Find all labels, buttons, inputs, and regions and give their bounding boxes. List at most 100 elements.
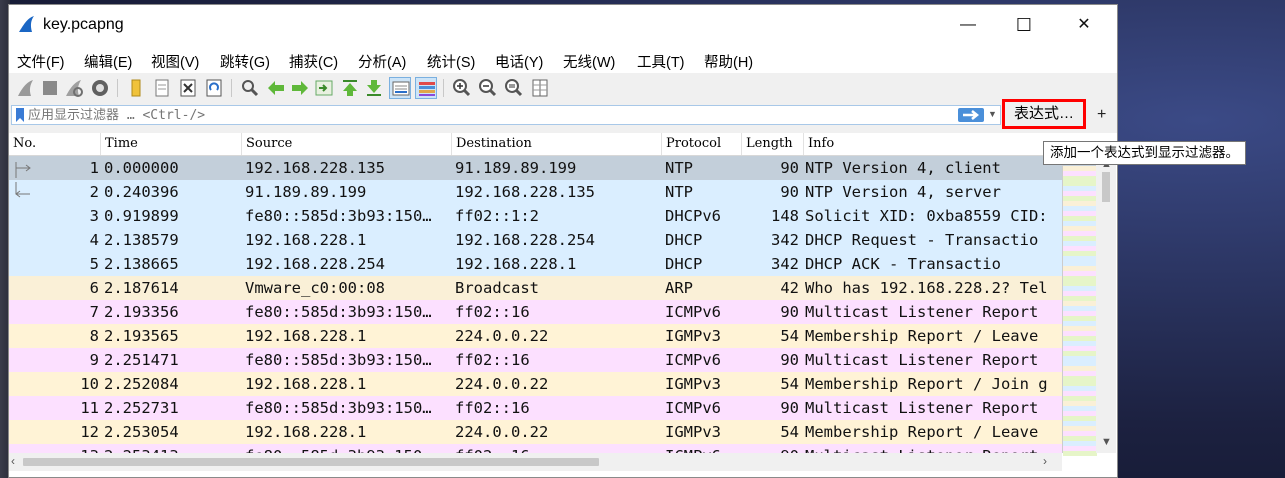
expression-tooltip: 添加一个表达式到显示过滤器。	[1043, 141, 1246, 165]
packet-info: Membership Report / Leave	[805, 327, 1039, 345]
table-row[interactable]: 5 2.138665 192.168.228.254 192.168.228.1 DHC…	[9, 252, 1062, 276]
packet-no: 9	[89, 351, 99, 369]
packet-no: 6	[89, 279, 99, 297]
packet-length: 54	[780, 375, 799, 393]
reload-icon[interactable]	[203, 77, 225, 99]
last-packet-icon[interactable]	[363, 77, 385, 99]
table-row[interactable]: 8 2.193565 192.168.228.1 224.0.0.22 IGMPv3 54…	[9, 324, 1062, 348]
menu-go[interactable]: 跳转(G)	[220, 51, 270, 72]
column-header-info[interactable]: Info	[804, 133, 1062, 155]
scroll-right-icon[interactable]: ›	[1043, 454, 1047, 468]
column-header-no[interactable]: No.	[9, 133, 101, 155]
close-button[interactable]: ✕	[1061, 5, 1107, 45]
apply-filter-arrow-icon[interactable]	[958, 108, 984, 122]
zoom-in-icon[interactable]	[451, 77, 473, 99]
file-icon[interactable]	[151, 77, 173, 99]
packet-length: 54	[780, 327, 799, 345]
open-file-icon[interactable]	[125, 77, 147, 99]
display-filter-input[interactable]	[28, 106, 928, 124]
expression-button[interactable]: 表达式…	[1002, 99, 1086, 129]
go-back-icon[interactable]	[265, 77, 287, 99]
menu-view[interactable]: 视图(V)	[151, 51, 199, 72]
packet-destination: 192.168.228.135	[455, 183, 595, 201]
table-row[interactable]: 1 0.000000 192.168.228.135 91.189.89.199 NTP…	[9, 156, 1062, 180]
menu-telephony[interactable]: 电话(Y)	[495, 51, 543, 72]
menu-wireless[interactable]: 无线(W)	[563, 51, 615, 72]
go-to-packet-icon[interactable]	[313, 77, 335, 99]
packet-info: Multicast Listener Report	[805, 399, 1039, 417]
packet-length: 54	[780, 423, 799, 441]
bookmark-icon[interactable]	[15, 108, 25, 122]
resize-columns-icon[interactable]	[529, 77, 551, 99]
packet-time: 2.251471	[104, 351, 179, 369]
packet-source: fe80::585d:3b93:150…	[245, 207, 432, 225]
column-header-source[interactable]: Source	[242, 133, 452, 155]
horizontal-scroll-thumb[interactable]	[23, 458, 599, 466]
find-icon[interactable]	[239, 77, 261, 99]
table-row[interactable]: 12 2.253054 192.168.228.1 224.0.0.22 IGMPv3 5…	[9, 420, 1062, 444]
packet-source: 192.168.228.135	[245, 159, 385, 177]
go-forward-icon[interactable]	[289, 77, 311, 99]
column-header-destination[interactable]: Destination	[452, 133, 662, 155]
table-row[interactable]: 10 2.252084 192.168.228.1 224.0.0.22 IGMPv3 5…	[9, 372, 1062, 396]
intelligent-scrollbar[interactable]	[1062, 156, 1097, 456]
table-row[interactable]: 132.253413fe80::585d:3b93:150…ff02::16IC…	[9, 444, 1062, 453]
menu-capture[interactable]: 捕获(C)	[289, 51, 338, 72]
packet-no: 3	[89, 207, 99, 225]
stop-icon[interactable]	[39, 77, 61, 99]
column-header-time[interactable]: Time	[101, 133, 242, 155]
zoom-out-icon[interactable]	[477, 77, 499, 99]
packet-destination: 192.168.228.254	[455, 231, 595, 249]
packet-source: fe80::585d:3b93:150…	[245, 351, 432, 369]
toolbar-separator	[117, 79, 118, 97]
packet-time: 2.252084	[104, 375, 179, 393]
packet-list: No. Time Source Destination Protocol Len…	[9, 133, 1117, 477]
table-row[interactable]: 2 0.240396 91.189.89.199 192.168.228.135 NTP…	[9, 180, 1062, 204]
menu-analyze[interactable]: 分析(A)	[358, 51, 406, 72]
add-filter-button[interactable]: +	[1097, 106, 1106, 124]
main-toolbar	[9, 73, 1117, 104]
menu-bar: 文件(F) 编辑(E) 视图(V) 跳转(G) 捕获(C) 分析(A) 统计(S…	[9, 45, 1117, 73]
column-header-length[interactable]: Length	[742, 133, 804, 155]
menu-statistics[interactable]: 统计(S)	[427, 51, 475, 72]
table-row[interactable]: 6 2.187614 Vmware_c0:00:08 Broadcast ARP 42 Wh…	[9, 276, 1062, 300]
minimize-button[interactable]: —	[945, 5, 991, 45]
packet-length: 148	[771, 207, 799, 225]
menu-help[interactable]: 帮助(H)	[704, 51, 753, 72]
shark-fin-start-icon[interactable]	[15, 77, 37, 99]
table-row[interactable]: 11 2.252731 fe80::585d:3b93:150… ff02::16 IC…	[9, 396, 1062, 420]
zoom-reset-icon[interactable]	[503, 77, 525, 99]
packet-no: 5	[89, 255, 99, 273]
packet-destination: 224.0.0.22	[455, 327, 549, 345]
packet-no: 11	[80, 399, 99, 417]
column-header-protocol[interactable]: Protocol	[662, 133, 742, 155]
table-row[interactable]: 7 2.193356 fe80::585d:3b93:150… ff02::16 ICM…	[9, 300, 1062, 324]
horizontal-scrollbar[interactable]: ‹ ›	[9, 453, 1062, 471]
close-file-icon[interactable]	[177, 77, 199, 99]
packet-protocol: ARP	[665, 279, 693, 297]
menu-tools[interactable]: 工具(T)	[637, 51, 685, 72]
filter-history-dropdown-icon[interactable]: ▼	[988, 109, 997, 119]
restart-icon[interactable]	[63, 77, 85, 99]
maximize-button[interactable]: ☐	[1001, 5, 1047, 45]
packet-list-header: No. Time Source Destination Protocol Len…	[9, 133, 1062, 156]
autoscroll-icon[interactable]	[389, 77, 411, 99]
packet-protocol: NTP	[665, 159, 693, 177]
scroll-left-icon[interactable]: ‹	[11, 454, 15, 468]
menu-edit[interactable]: 编辑(E)	[84, 51, 132, 72]
table-row[interactable]: 9 2.251471 fe80::585d:3b93:150… ff02::16 ICM…	[9, 348, 1062, 372]
wireshark-fin-icon	[19, 16, 34, 32]
scroll-down-icon[interactable]: ▼	[1101, 436, 1112, 448]
menu-file[interactable]: 文件(F)	[17, 51, 65, 72]
packet-protocol: NTP	[665, 183, 693, 201]
vertical-scrollbar[interactable]: ▲ ▼	[1096, 156, 1116, 453]
packet-length: 90	[780, 303, 799, 321]
colorize-icon[interactable]	[415, 77, 437, 99]
table-row[interactable]: 4 2.138579 192.168.228.1 192.168.228.254 DHC…	[9, 228, 1062, 252]
table-row[interactable]: 3 0.919899 fe80::585d:3b93:150… ff02::1:2 DH…	[9, 204, 1062, 228]
packet-time: 2.138665	[104, 255, 179, 273]
vertical-scroll-thumb[interactable]	[1102, 172, 1110, 202]
capture-options-icon[interactable]	[89, 77, 111, 99]
packet-protocol: ICMPv6	[665, 351, 721, 369]
first-packet-icon[interactable]	[339, 77, 361, 99]
